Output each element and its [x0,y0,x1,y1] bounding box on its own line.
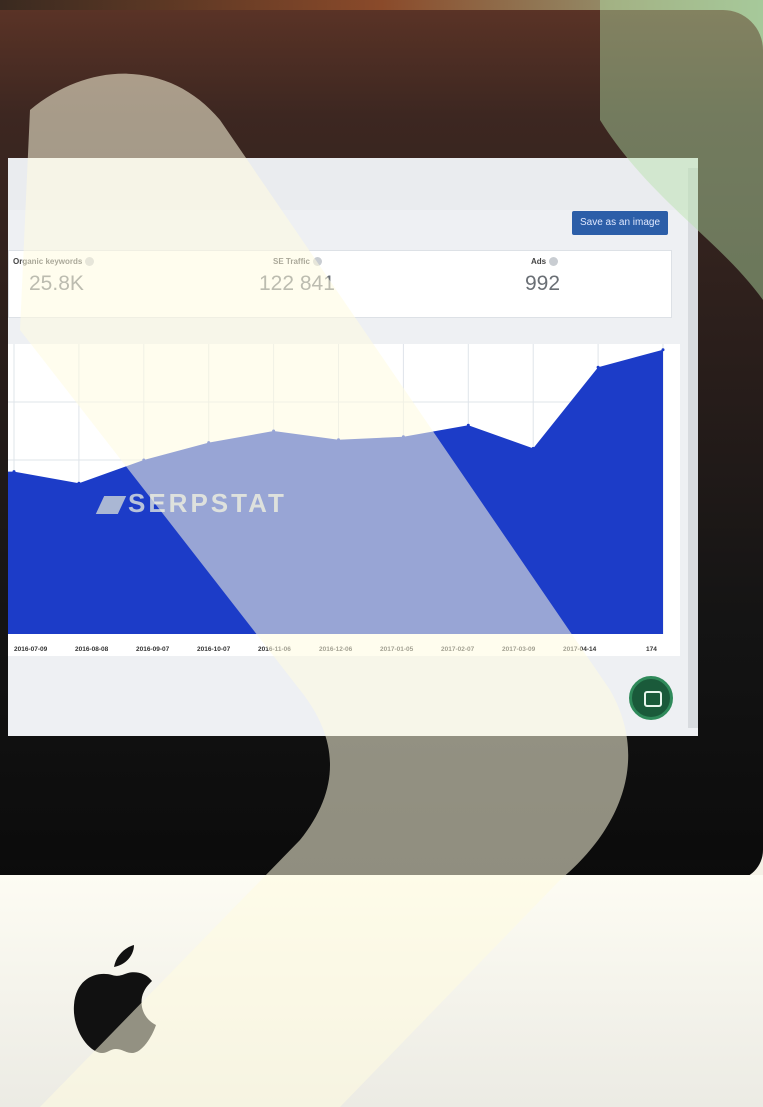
question-icon[interactable] [85,257,95,267]
x-axis-labels: 2016-07-09 2016-08-08 2016-09-07 2016-10-07… [8,646,698,660]
x-tick-label: 174 [646,646,657,653]
x-tick-label: 2016-11-06 [258,646,291,653]
data-point [272,429,276,433]
data-point [142,458,146,462]
question-icon[interactable] [549,257,559,267]
watermark-text: SERPSTAT [128,488,287,518]
question-icon[interactable] [312,257,322,267]
screen: Save as an image Organic keywords 25.8K … [8,158,698,736]
monitor-photo: Save as an image Organic keywords 25.8K … [0,0,763,1107]
x-tick-label: 2016-12-06 [319,646,353,653]
serpstat-watermark: SERPSTAT [95,488,287,519]
x-tick-label: 2017-04-14 [563,646,597,653]
scrollbar[interactable] [688,168,698,728]
apple-logo-icon [73,945,156,1053]
data-point [77,481,81,485]
stat-organic-keywords: Organic keywords 25.8K [13,257,95,296]
stat-label: Organic keywords [13,257,83,266]
data-point [596,365,600,369]
stat-label: SE Traffic [273,257,310,266]
x-tick-label: 2016-08-08 [75,646,109,653]
data-point [401,435,405,439]
stats-panel: Organic keywords 25.8K SE Traffic 122 84… [8,250,672,318]
app-topbar [8,158,698,210]
data-point [466,423,470,427]
stat-value: 25.8K [29,272,84,296]
x-tick-label: 2017-03-09 [502,646,536,653]
x-tick-label: 2017-02-07 [441,646,475,653]
data-point [12,470,16,474]
save-as-image-button[interactable]: Save as an image [572,211,668,235]
stat-ads: Ads 992 [525,257,560,296]
x-tick-label: 2016-09-07 [136,646,170,653]
x-tick-label: 2017-01-05 [380,646,414,653]
data-point [207,441,211,445]
data-point [531,446,535,450]
data-point [661,348,665,352]
x-tick-label: 2016-10-07 [197,646,231,653]
chat-bubble-icon [644,691,662,707]
stat-se-traffic: SE Traffic 122 841 [259,257,335,296]
data-point [337,438,340,442]
serpstat-logo-icon [95,496,127,515]
stat-label: Ads [531,257,547,266]
stat-value: 992 [525,272,561,296]
x-tick-label: 2016-07-09 [14,646,48,653]
stat-value: 122 841 [259,272,335,296]
chat-button[interactable] [629,676,673,720]
